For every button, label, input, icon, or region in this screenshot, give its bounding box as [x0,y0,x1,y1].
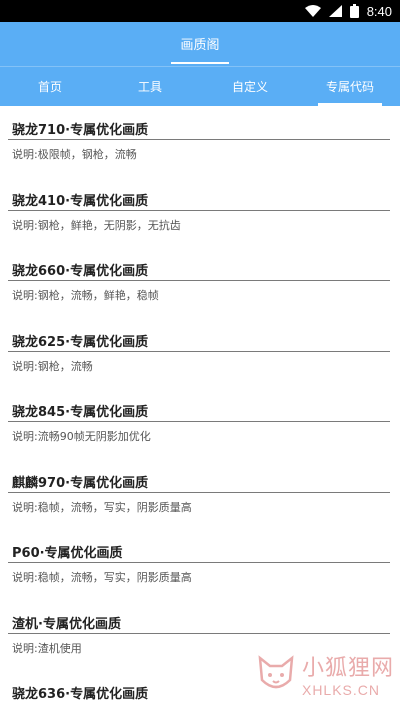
battery-icon [349,4,359,18]
tab-home[interactable]: 首页 [0,67,100,106]
divider [8,562,390,563]
divider [8,280,390,281]
list-item[interactable]: 骁龙410·专属优化画质 说明:钢枪，鲜艳，无阴影，无抗齿 [0,177,400,248]
item-title: 麒麟970·专属优化画质 [12,475,149,491]
list-item[interactable]: 麒麟970·专属优化画质 说明:稳帧，流畅，写实，阴影质量高 [0,459,400,530]
item-title: 渣机·专属优化画质 [12,616,121,632]
divider [8,632,390,634]
tab-label: 专属代码 [325,80,374,94]
item-title: P60·专属优化画质 [12,546,123,561]
item-description: 说明:稳帧，流畅，写实，阴影质量高 [12,571,192,584]
item-description: 说明:极限帧，钢枪，流畅 [12,148,137,161]
status-bar: 8:40 [0,0,400,22]
watermark-cn: 小狐狸网 [301,656,394,681]
divider [8,421,390,422]
item-title: 骁龙410·专属优化画质 [12,193,149,209]
page-title: 画质阁 [171,34,229,64]
item-description: 说明:钢枪，鲜艳，无阴影，无抗齿 [12,218,181,232]
watermark: 小狐狸网 XHLKS.CN [254,650,394,698]
tab-tools[interactable]: 工具 [100,67,200,106]
item-title: 骁龙710·专属优化画质 [12,123,149,138]
tab-label: 自定义 [231,80,268,94]
preset-list: 骁龙710·专属优化画质 说明:极限帧，钢枪，流畅 骁龙410·专属优化画质 说… [0,106,400,710]
list-item[interactable]: 骁龙710·专属优化画质 说明:极限帧，钢枪，流畅 [0,106,400,177]
divider [8,491,390,493]
divider [8,139,390,140]
item-description: 说明:渣机使用 [12,641,82,655]
item-description: 说明:钢枪，流畅 [12,359,93,373]
watermark-en: XHLKS.CN [301,682,381,698]
tab-custom[interactable]: 自定义 [200,67,300,106]
list-item[interactable]: P60·专属优化画质 说明:稳帧，流畅，写实，阴影质量高 [0,529,400,600]
list-item[interactable]: 骁龙660·专属优化画质 说明:钢枪，流畅，鲜艳，稳帧 [0,247,400,318]
tab-label: 首页 [37,80,62,94]
signal-icon [328,5,342,17]
list-item[interactable]: 骁龙845·专属优化画质 说明:流畅90帧无阴影加优化 [0,388,400,459]
item-title: 骁龙636·专属优化画质 [12,687,149,702]
divider [8,209,390,211]
item-description: 说明:稳帧，流畅，写实，阴影质量高 [12,500,192,514]
item-description: 说明:流畅90帧无阴影加优化 [12,430,151,443]
app-header: 画质阁 [0,22,400,66]
wifi-icon [304,5,321,17]
tab-label: 工具 [137,80,162,94]
item-description: 说明:钢枪，流畅，鲜艳，稳帧 [12,289,159,302]
item-title: 骁龙845·专属优化画质 [12,405,149,420]
item-title: 骁龙660·专属优化画质 [12,264,149,279]
fox-logo-icon [254,650,298,698]
item-title: 骁龙625·专属优化画质 [12,334,149,350]
status-time: 8:40 [366,3,392,19]
tab-bar: 首页 工具 自定义 专属代码 [0,66,400,106]
divider [8,350,390,352]
tab-exclusive-code[interactable]: 专属代码 [300,67,400,106]
list-item[interactable]: 骁龙625·专属优化画质 说明:钢枪，流畅 [0,318,400,389]
